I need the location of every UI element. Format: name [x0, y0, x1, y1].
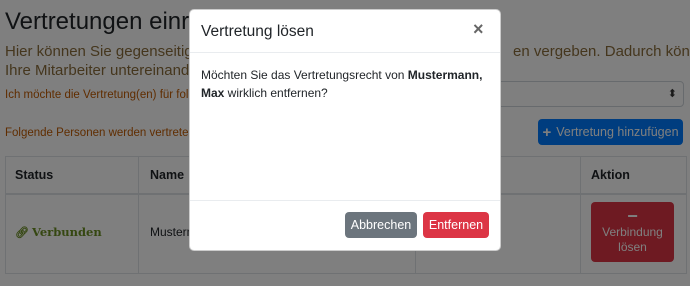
remove-button[interactable]: Entfernen [423, 212, 489, 238]
modal-footer: Abbrechen Entfernen [190, 200, 500, 251]
modal-message-end: wirklich entfernen? [224, 86, 328, 100]
modal-message: Möchten Sie das Vertretungsrecht von [201, 68, 408, 82]
modal-body: Möchten Sie das Vertretungsrecht von Mus… [201, 66, 489, 102]
cancel-button[interactable]: Abbrechen [345, 212, 417, 238]
confirm-dialog: Vertretung lösen × Möchten Sie das Vertr… [189, 9, 501, 251]
modal-title: Vertretung lösen [201, 23, 314, 40]
close-icon[interactable]: × [473, 19, 484, 39]
modal-header: Vertretung lösen × [190, 10, 500, 53]
